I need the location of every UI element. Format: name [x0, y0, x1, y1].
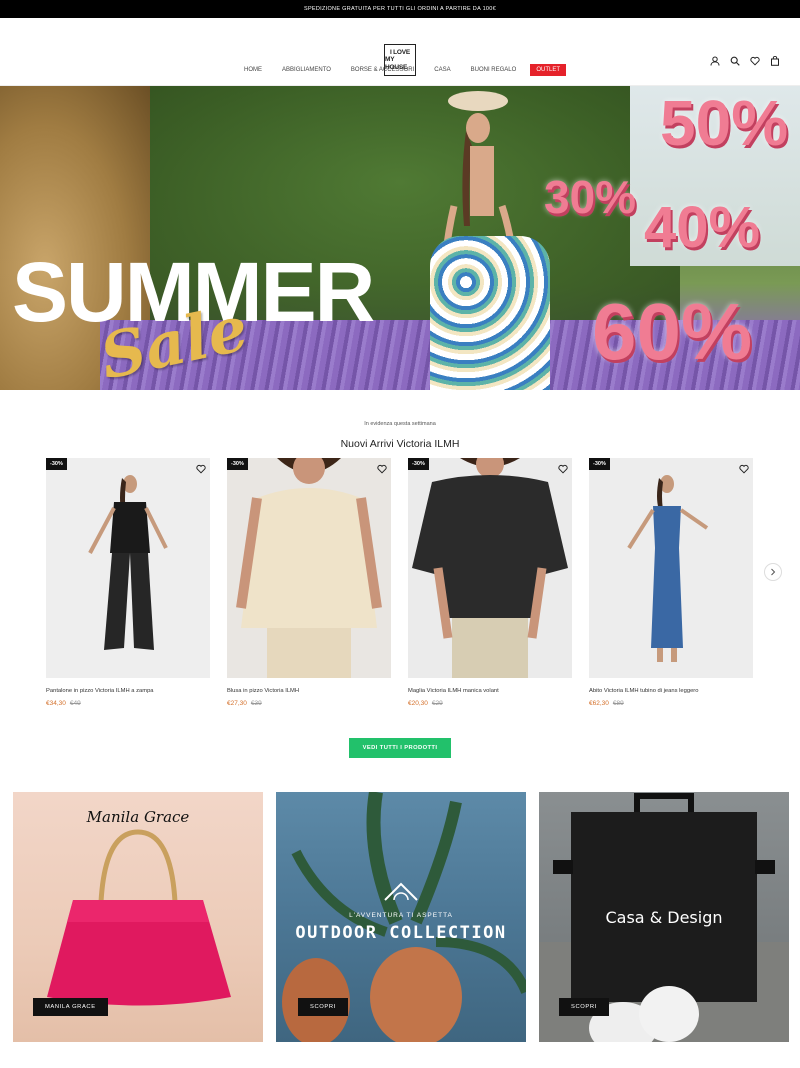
wishlist-heart-icon[interactable] — [196, 461, 206, 474]
nav-item-outlet[interactable]: OUTLET — [530, 64, 566, 76]
collections-grid: Manila Grace MANILA GRACE L'AVVENTURA TI… — [13, 792, 789, 1042]
house-sun-icon — [384, 882, 418, 901]
product-photo-lace-blouse — [227, 458, 391, 678]
product-price: €27,30 €39 — [227, 700, 391, 707]
discount-badge: -30% — [589, 458, 610, 470]
sale-price: €62,30 — [589, 700, 609, 707]
product-photo-denim-dress — [589, 458, 753, 678]
wishlist-heart-icon[interactable] — [558, 461, 568, 474]
product-photo-lace-pants — [46, 458, 210, 678]
casa-design-discover-button[interactable]: SCOPRI — [559, 998, 609, 1016]
original-price: €49 — [69, 700, 81, 707]
sale-price: €20,30 — [408, 700, 428, 707]
carousel-next-button[interactable] — [764, 563, 782, 581]
product-photo-black-top — [408, 458, 572, 678]
discount-badge: -30% — [46, 458, 67, 470]
original-price: €39 — [250, 700, 262, 707]
wishlist-heart-icon[interactable] — [739, 461, 749, 474]
product-name[interactable]: Maglia Victoria ILMH manica volant — [408, 688, 572, 694]
manila-grace-button[interactable]: MANILA GRACE — [33, 998, 108, 1016]
wishlist-heart-icon[interactable] — [377, 461, 387, 474]
product-card[interactable]: -30% Blusa in pizzo Victoria ILMH €27,30… — [227, 458, 391, 707]
product-price: €62,30 €89 — [589, 700, 753, 707]
hero-percent-50: 50% — [660, 87, 789, 159]
hero-percent-60: 60% — [592, 287, 753, 376]
product-image[interactable]: -30% — [46, 458, 210, 678]
outdoor-kicker: L'AVVENTURA TI ASPETTA — [349, 912, 453, 919]
product-image[interactable]: -30% — [589, 458, 753, 678]
outdoor-title: OUTDOOR COLLECTION — [295, 923, 507, 943]
announcement-text: SPEDIZIONE GRATUITA PER TUTTI GLI ORDINI… — [303, 6, 497, 12]
discount-badge: -30% — [408, 458, 429, 470]
nav-item-buoni-regalo[interactable]: BUONI REGALO — [461, 67, 527, 73]
hero-dress — [430, 236, 550, 390]
outdoor-discover-button[interactable]: SCOPRI — [298, 998, 348, 1016]
product-card[interactable]: -30% Maglia Victoria ILMH manica volant … — [408, 458, 572, 707]
nav-item-home[interactable]: HOME — [234, 67, 272, 73]
hero-percent-30: 30% — [544, 171, 637, 223]
nav-item-borse-accessori[interactable]: BORSE & ACCESSORI — [341, 67, 424, 73]
collection-casa-design[interactable]: Casa & Design SCOPRI — [539, 792, 789, 1042]
sale-price: €34,30 — [46, 700, 66, 707]
announcement-bar: SPEDIZIONE GRATUITA PER TUTTI GLI ORDINI… — [0, 0, 800, 18]
main-nav: HOME ABBIGLIAMENTO BORSE & ACCESSORI CAS… — [0, 64, 800, 76]
hero-banner[interactable]: SUMMER Sale 50% 30% 40% 60% — [0, 86, 800, 390]
product-card[interactable]: -30% Pantalone in pizzo Victoria ILMH a … — [46, 458, 210, 707]
hero-percent-40: 40% — [644, 195, 761, 260]
featured-title: Nuovi Arrivi Victoria ILMH — [340, 438, 460, 450]
nav-item-casa[interactable]: CASA — [424, 67, 460, 73]
casa-design-title: Casa & Design — [605, 908, 723, 927]
original-price: €29 — [431, 700, 443, 707]
product-carousel: -30% Pantalone in pizzo Victoria ILMH a … — [46, 458, 753, 707]
discount-badge: -30% — [227, 458, 248, 470]
logo-line-1: I LOVE — [389, 49, 411, 57]
product-name[interactable]: Abito Victoria ILMH tubino di jeans legg… — [589, 688, 753, 694]
sale-price: €27,30 — [227, 700, 247, 707]
chevron-right-icon — [771, 568, 776, 576]
collection-manila-grace[interactable]: Manila Grace MANILA GRACE — [13, 792, 263, 1042]
original-price: €89 — [612, 700, 624, 707]
featured-subtitle: In evidenza questa settimana — [364, 421, 436, 427]
product-price: €34,30 €49 — [46, 700, 210, 707]
hero-hat — [448, 91, 508, 111]
collection-outdoor[interactable]: L'AVVENTURA TI ASPETTA OUTDOOR COLLECTIO… — [276, 792, 526, 1042]
product-image[interactable]: -30% — [227, 458, 391, 678]
view-all-products-button[interactable]: VEDI TUTTI I PRODOTTI — [349, 738, 451, 758]
product-image[interactable]: -30% — [408, 458, 572, 678]
manila-grace-wordmark: Manila Grace — [86, 808, 190, 826]
product-name[interactable]: Pantalone in pizzo Victoria ILMH a zampa — [46, 688, 210, 694]
product-name[interactable]: Blusa in pizzo Victoria ILMH — [227, 688, 391, 694]
product-card[interactable]: -30% Abito Victoria ILMH tubino di jeans… — [589, 458, 753, 707]
nav-item-abbigliamento[interactable]: ABBIGLIAMENTO — [272, 67, 341, 73]
product-price: €20,30 €29 — [408, 700, 572, 707]
